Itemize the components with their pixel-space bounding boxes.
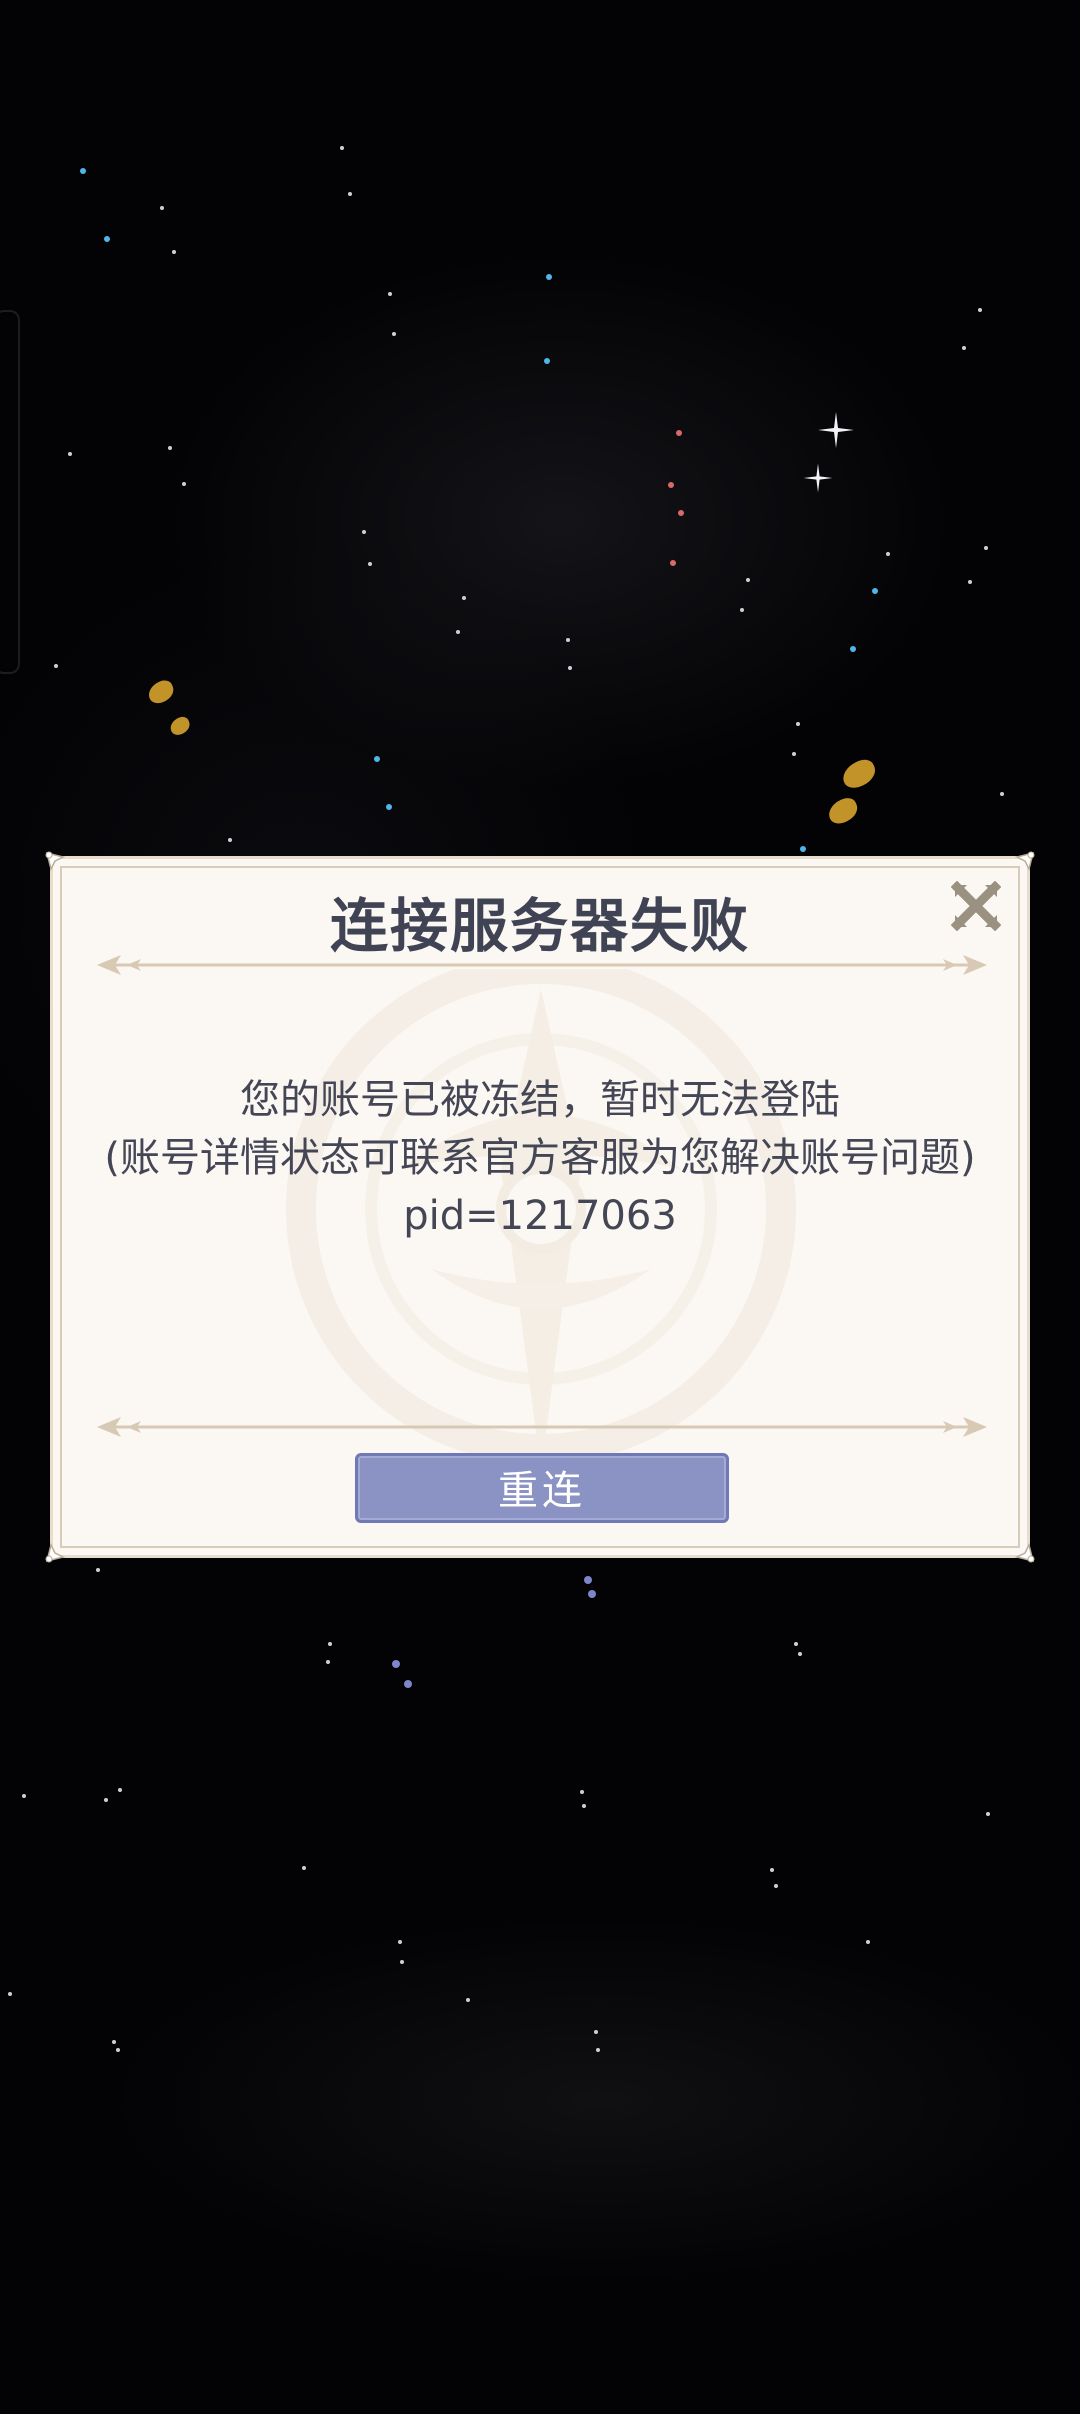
star [328, 1642, 332, 1646]
star [588, 1590, 596, 1598]
star [676, 430, 682, 436]
petal [167, 714, 193, 738]
star [968, 580, 972, 584]
star [774, 1884, 778, 1888]
star [582, 1804, 586, 1808]
star [386, 804, 392, 810]
ornamental-divider [97, 955, 987, 975]
star [326, 1660, 330, 1664]
message-line: (账号详情状态可联系官方客服为您解决账号问题) [104, 1135, 976, 1181]
star [96, 1568, 100, 1572]
star [580, 1790, 584, 1794]
star [228, 838, 232, 842]
star [978, 308, 982, 312]
star [116, 2048, 120, 2052]
star [118, 1788, 122, 1792]
star [388, 292, 392, 296]
star [392, 1660, 400, 1668]
star [792, 752, 796, 756]
star [568, 666, 572, 670]
ornamental-divider [97, 1417, 987, 1437]
star [850, 646, 856, 652]
star [160, 206, 164, 210]
petal [144, 677, 178, 707]
star [678, 510, 684, 516]
star [400, 1960, 404, 1964]
star [340, 146, 344, 150]
close-icon[interactable] [951, 881, 1001, 931]
star [796, 722, 800, 726]
petal [838, 755, 880, 793]
star [962, 346, 966, 350]
star [68, 452, 72, 456]
star [800, 846, 806, 852]
star [104, 1798, 108, 1802]
star [172, 250, 176, 254]
star [404, 1680, 412, 1688]
petal [824, 794, 862, 828]
star [392, 332, 396, 336]
star [8, 1992, 12, 1996]
star [668, 482, 674, 488]
star [104, 236, 110, 242]
corner-ornament-icon [1014, 1542, 1035, 1563]
star [22, 1794, 26, 1798]
side-edge-handle [0, 310, 20, 674]
dialog-message: 您的账号已被冻结，暂时无法登陆 (账号详情状态可联系官方客服为您解决账号问题) … [53, 1071, 1027, 1245]
star [596, 2048, 600, 2052]
star [374, 756, 380, 762]
star [986, 1812, 990, 1816]
star [80, 168, 86, 174]
sparkle-icon [803, 463, 833, 493]
star [872, 588, 878, 594]
dialog-title: 连接服务器失败 [329, 892, 750, 960]
star [54, 664, 58, 668]
star [984, 546, 988, 550]
corner-ornament-icon [45, 1542, 66, 1563]
star [456, 630, 460, 634]
star [398, 1940, 402, 1944]
player-id-text: pid=1217063 [403, 1193, 677, 1239]
game-background: 连接服务器失败 您的账号已被冻结，暂时无法登陆 (账号详情状态可联系官方客服为您… [0, 0, 1080, 2414]
star [368, 562, 372, 566]
star [794, 1642, 798, 1646]
star [746, 578, 750, 582]
star [584, 1576, 592, 1584]
star [594, 2030, 598, 2034]
star [466, 1998, 470, 2002]
star [886, 552, 890, 556]
star [1000, 792, 1004, 796]
star [182, 482, 186, 486]
star [740, 608, 744, 612]
sparkle-icon [818, 412, 854, 448]
star [866, 1940, 870, 1944]
star [546, 274, 552, 280]
reconnect-button[interactable]: 重连 [355, 1453, 729, 1523]
star [112, 2040, 116, 2044]
star [544, 358, 550, 364]
star [362, 530, 366, 534]
star [670, 560, 676, 566]
star [798, 1652, 802, 1656]
star [566, 638, 570, 642]
star [348, 192, 352, 196]
star [168, 446, 172, 450]
connection-failed-dialog: 连接服务器失败 您的账号已被冻结，暂时无法登陆 (账号详情状态可联系官方客服为您… [45, 851, 1035, 1563]
star [302, 1866, 306, 1870]
star [770, 1868, 774, 1872]
star [462, 596, 466, 600]
message-line: 您的账号已被冻结，暂时无法登陆 [240, 1077, 840, 1123]
